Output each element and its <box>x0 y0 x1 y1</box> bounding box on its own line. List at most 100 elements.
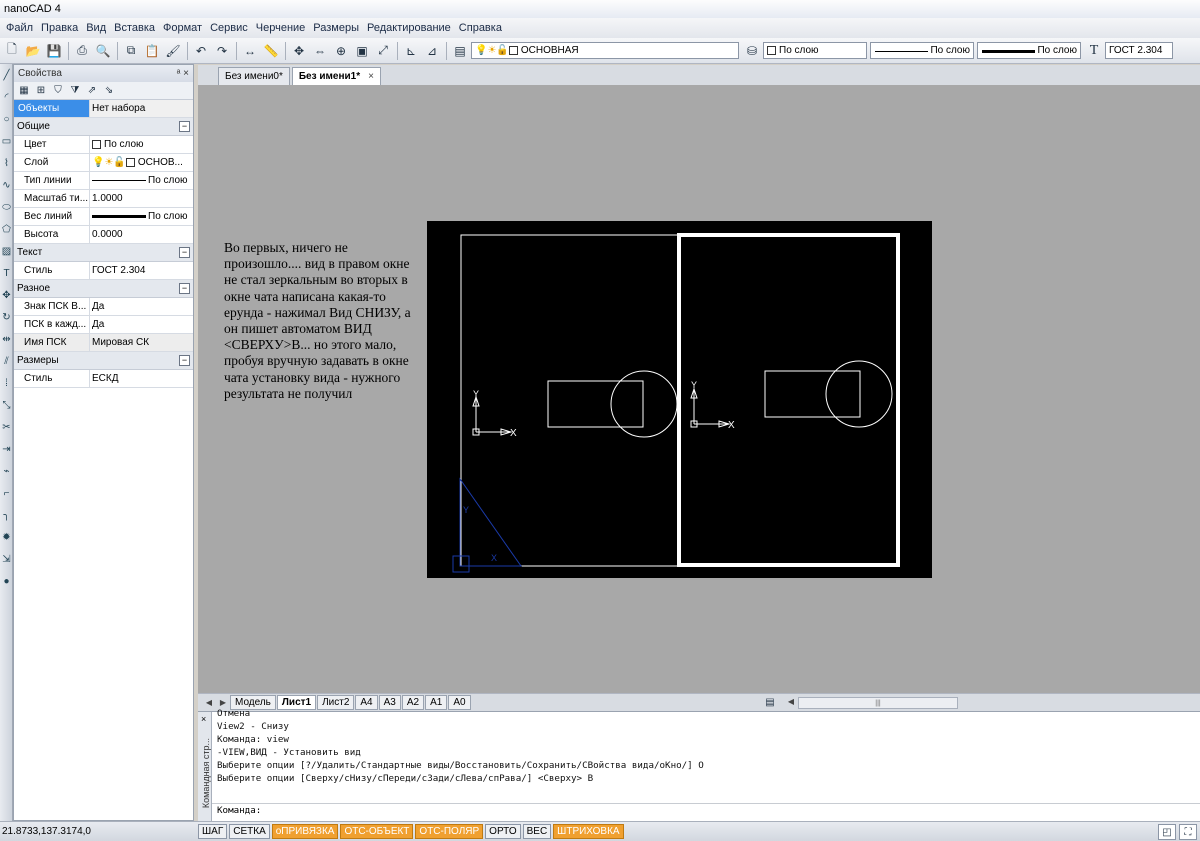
group-misc[interactable]: Разное − <box>14 280 193 298</box>
hatch-tool-icon[interactable]: ▨ <box>0 240 13 262</box>
otrack-toggle[interactable]: ОТС-ОБЪЕКТ <box>340 824 414 839</box>
collapse-icon[interactable]: − <box>179 283 190 294</box>
horizontal-scrollbar[interactable]: ||| <box>798 697 958 709</box>
menu-insert[interactable]: Вставка <box>110 22 159 34</box>
erase-tool-icon[interactable]: ● <box>0 570 13 592</box>
group-text[interactable]: Текст − <box>14 244 193 262</box>
select-objects-icon[interactable]: ▦ <box>16 83 32 99</box>
grid-toggle[interactable]: СЕТКА <box>229 824 270 839</box>
extend-tool-icon[interactable]: ⇥ <box>0 438 13 460</box>
text-tool-icon[interactable]: T <box>0 262 13 284</box>
next-tab-arrow-icon[interactable]: ▶ <box>216 698 230 707</box>
drawing-area[interactable]: Во первых, ничего не произошло.... вид в… <box>198 85 1200 693</box>
quick-select-icon[interactable]: ⛉ <box>50 83 66 99</box>
break-tool-icon[interactable]: ⌁ <box>0 460 13 482</box>
export-icon[interactable]: ⇗ <box>84 83 100 99</box>
panel-close-icon[interactable]: ᵃ × <box>177 68 189 79</box>
osnap-toggle[interactable]: оПРИВЯЗКА <box>271 824 339 839</box>
scale-tool-icon[interactable]: ⤡ <box>0 394 13 416</box>
prop-row-layer[interactable]: Слой 💡 ☀ 🔓 ОСНОВ... <box>14 154 193 172</box>
layer-manager-icon[interactable]: ▤ <box>450 41 470 61</box>
zoom-previous-icon[interactable]: ⤢ <box>373 41 393 61</box>
measure-distance-icon[interactable]: ↔ <box>240 41 260 61</box>
ortho-toggle[interactable]: ОРТО <box>485 824 521 839</box>
fullscreen-icon[interactable]: ⛶ <box>1179 824 1197 840</box>
prop-row-ucs-name[interactable]: Имя ПСК Мировая СК <box>14 334 193 352</box>
mirror-tool-icon[interactable]: ⇹ <box>0 328 13 350</box>
lineweight-toggle[interactable]: ВЕС <box>522 824 552 839</box>
redo-icon[interactable]: ↷ <box>212 41 232 61</box>
arc-tool-icon[interactable]: ◜ <box>0 86 13 108</box>
menu-format[interactable]: Формат <box>159 22 206 34</box>
zoom-window-icon[interactable]: ▣ <box>352 41 372 61</box>
collapse-icon[interactable]: − <box>179 355 190 366</box>
lineweight-combo[interactable]: По слою <box>977 42 1081 59</box>
fillet-tool-icon[interactable]: ╮ <box>0 504 13 526</box>
menu-help[interactable]: Справка <box>455 22 506 34</box>
filter-icon[interactable]: ⧩ <box>67 83 83 99</box>
prop-row-linetype[interactable]: Тип линии По слою <box>14 172 193 190</box>
circle-tool-icon[interactable]: ○ <box>0 108 13 130</box>
trim-tool-icon[interactable]: ✂ <box>0 416 13 438</box>
layer-combo[interactable]: 💡 ☀ 🔓 ОСНОВНАЯ <box>471 42 739 59</box>
stretch-tool-icon[interactable]: ⇲ <box>0 548 13 570</box>
linetype-combo[interactable]: По слою <box>870 42 974 59</box>
move-tool-icon[interactable]: ✥ <box>0 284 13 306</box>
text-style-combo[interactable]: ГОСТ 2.304 <box>1105 42 1173 59</box>
menu-dimensions[interactable]: Размеры <box>309 22 363 34</box>
layout-menu-icon[interactable]: ▤ <box>762 695 778 710</box>
prop-row-color[interactable]: Цвет По слою <box>14 136 193 154</box>
rotate-tool-icon[interactable]: ↻ <box>0 306 13 328</box>
doc-tab-0[interactable]: Без имени0* <box>218 67 290 85</box>
print-icon[interactable]: ⎙ <box>72 41 92 61</box>
collapse-icon[interactable]: − <box>179 121 190 132</box>
prev-tab-arrow-icon[interactable]: ◀ <box>202 698 216 707</box>
zoom-extents-icon[interactable]: ⇔ <box>310 41 330 61</box>
pan-icon[interactable]: ✥ <box>289 41 309 61</box>
chamfer-tool-icon[interactable]: ⌐ <box>0 482 13 504</box>
ellipse-tool-icon[interactable]: ⬭ <box>0 196 13 218</box>
prop-row-thickness[interactable]: Высота 0.0000 <box>14 226 193 244</box>
close-tab-icon[interactable]: × <box>368 71 374 82</box>
rectangle-tool-icon[interactable]: ▭ <box>0 130 13 152</box>
open-folder-icon[interactable]: 📂 <box>23 41 43 61</box>
spline-tool-icon[interactable]: ∿ <box>0 174 13 196</box>
polygon-tool-icon[interactable]: ⬠ <box>0 218 13 240</box>
copy-icon[interactable]: ⧉ <box>121 41 141 61</box>
snap-toggle[interactable]: ШАГ <box>198 824 228 839</box>
zoom-realtime-icon[interactable]: ⊕ <box>331 41 351 61</box>
prop-row-lineweight[interactable]: Вес линий По слою <box>14 208 193 226</box>
command-input-row[interactable]: Команда: <box>212 803 1200 817</box>
offset-tool-icon[interactable]: ⫽ <box>0 350 13 372</box>
paste-icon[interactable]: 📋 <box>142 41 162 61</box>
save-icon[interactable]: 💾 <box>44 41 64 61</box>
ucs-origin-icon[interactable]: ⊿ <box>422 41 442 61</box>
menu-service[interactable]: Сервис <box>206 22 252 34</box>
prop-row-linetype-scale[interactable]: Масштаб ти... 1.0000 <box>14 190 193 208</box>
line-tool-icon[interactable]: ╱ <box>0 64 13 86</box>
prop-row-dim-style[interactable]: Стиль ЕСКД <box>14 370 193 388</box>
prop-row-ucs-icon[interactable]: Знак ПСК В... Да <box>14 298 193 316</box>
text-style-icon[interactable]: T <box>1084 41 1104 61</box>
menu-view[interactable]: Вид <box>82 22 110 34</box>
array-tool-icon[interactable]: ⁞ <box>0 372 13 394</box>
polyline-tool-icon[interactable]: ⌇ <box>0 152 13 174</box>
match-properties-icon[interactable]: 🖌 <box>163 41 183 61</box>
workspace-icon[interactable]: ◰ <box>1158 824 1176 840</box>
import-icon[interactable]: ⇘ <box>101 83 117 99</box>
menu-file[interactable]: Файл <box>2 22 37 34</box>
scroll-left-arrow-icon[interactable]: ◀ <box>784 697 798 706</box>
menu-draw[interactable]: Черчение <box>252 22 310 34</box>
ruler-icon[interactable]: 📏 <box>261 41 281 61</box>
group-general[interactable]: Общие − <box>14 118 193 136</box>
polar-toggle[interactable]: ОТС-ПОЛЯР <box>415 824 484 839</box>
menu-modify[interactable]: Редактирование <box>363 22 455 34</box>
collapse-icon[interactable]: − <box>179 247 190 258</box>
objects-row[interactable]: Объекты Нет набора <box>14 100 193 118</box>
toggle-pickadd-icon[interactable]: ⊞ <box>33 83 49 99</box>
prop-row-ucs-per-viewport[interactable]: ПСК в кажд... Да <box>14 316 193 334</box>
new-file-icon[interactable]: 🗋 <box>2 41 22 61</box>
prop-row-text-style[interactable]: Стиль ГОСТ 2.304 <box>14 262 193 280</box>
group-dimensions[interactable]: Размеры − <box>14 352 193 370</box>
hatch-toggle[interactable]: ШТРИХОВКА <box>553 824 624 839</box>
